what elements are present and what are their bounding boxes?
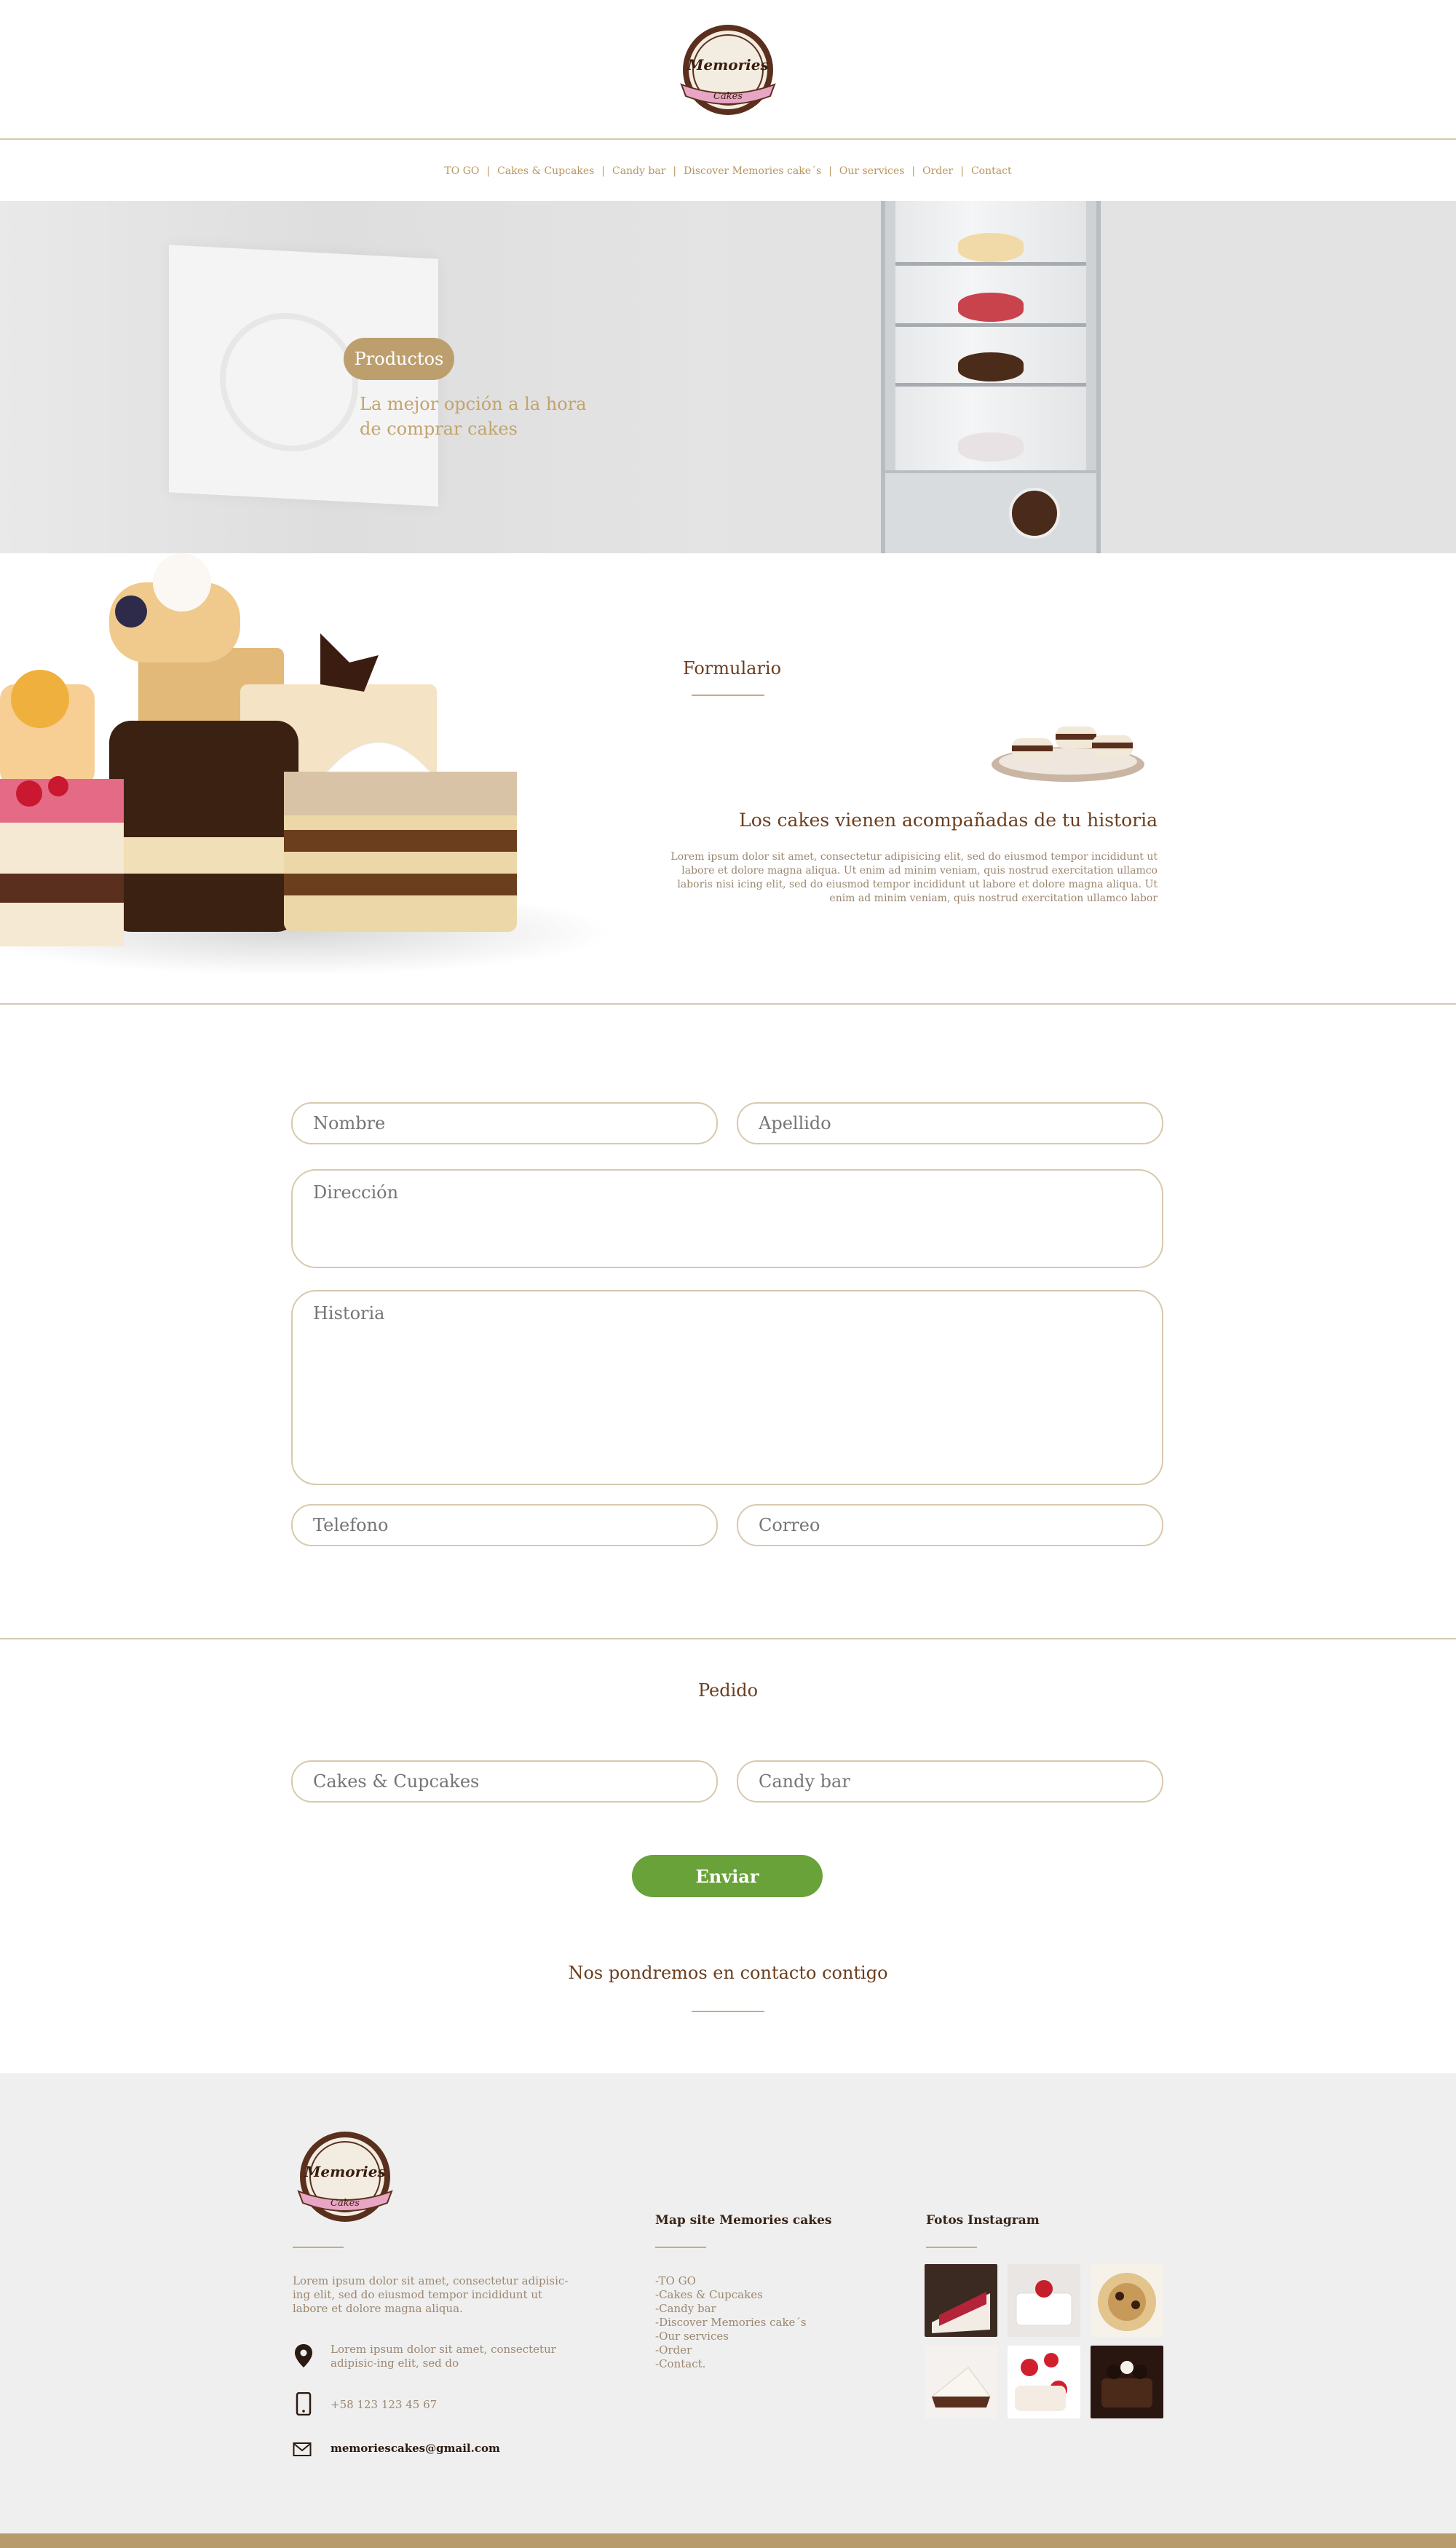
map-site-links: -TO GO -Cakes & Cupcakes -Candy bar -Dis…: [655, 2274, 807, 2371]
nav-separator: |: [486, 165, 491, 177]
nav-item-to-go[interactable]: TO GO: [444, 165, 479, 177]
nav-separator: |: [673, 165, 677, 177]
instagram-underline: [926, 2247, 977, 2248]
nav-item-discover[interactable]: Discover Memories cake´s: [684, 165, 821, 177]
hero-subtitle: La mejor opción a la hora de comprar cak…: [360, 394, 587, 439]
cakes-cupcakes-input[interactable]: [291, 1760, 718, 1803]
nav-separator: |: [828, 165, 832, 177]
footer-address: Lorem ipsum dolor sit amet, consectetur …: [331, 2343, 556, 2370]
nav-item-cakes-cupcakes[interactable]: Cakes & Cupcakes: [497, 165, 594, 177]
footer-email[interactable]: memoriescakes@gmail.com: [331, 2442, 500, 2456]
historia-input[interactable]: [291, 1290, 1163, 1485]
email-icon: [293, 2442, 312, 2456]
intro-text: Lorem ipsum dolor sit amet, consectetur …: [670, 851, 1158, 904]
telefono-input[interactable]: [291, 1504, 718, 1546]
cake-display-fridge-image: [881, 201, 1101, 553]
nombre-input[interactable]: [291, 1102, 718, 1144]
cake-image: [958, 293, 1024, 322]
logo-text: Memories: [687, 56, 768, 74]
logo-sub: Cakes: [713, 91, 743, 102]
fridge-base: [885, 470, 1096, 553]
contact-note: Nos pondremos en contacto contigo: [568, 1963, 888, 1983]
instagram-photo[interactable]: [1091, 2264, 1163, 2337]
correo-input[interactable]: [737, 1504, 1163, 1546]
map-link-candy-bar[interactable]: -Candy bar: [655, 2302, 807, 2316]
direccion-input[interactable]: [291, 1169, 1163, 1268]
intro-section: Formulario Los cakes vienen acompañadas …: [0, 553, 1456, 1005]
apellido-input[interactable]: [737, 1102, 1163, 1144]
hero-banner: Productos La mejor opción a la hora de c…: [0, 201, 1456, 553]
footer-bottom-bar: [0, 2533, 1456, 2548]
nav-separator: |: [911, 165, 916, 177]
instagram-photo[interactable]: [1008, 2264, 1080, 2337]
nav-separator: |: [960, 165, 964, 177]
title-underline: [692, 695, 764, 696]
map-link-to-go[interactable]: -TO GO: [655, 2274, 807, 2288]
formulario-title: Formulario: [683, 658, 782, 678]
intro-heading: Los cakes vienen acompañadas de tu histo…: [739, 810, 1158, 831]
alfajores-plate-image: [992, 727, 1144, 782]
cake-image: [958, 432, 1024, 462]
instagram-photo[interactable]: [925, 2264, 997, 2337]
phone-icon: [296, 2392, 312, 2416]
instagram-title: Fotos Instagram: [926, 2213, 1040, 2228]
map-link-contact[interactable]: -Contact.: [655, 2357, 807, 2371]
nav-item-contact[interactable]: Contact: [971, 165, 1012, 177]
footer-about-text: Lorem ipsum dolor sit amet, consectetur …: [293, 2274, 569, 2315]
pedido-title: Pedido: [697, 1680, 759, 1701]
footer-phone: +58 123 123 45 67: [331, 2398, 438, 2411]
contact-underline: [692, 2011, 764, 2012]
order-section: Pedido Enviar Nos pondremos en contacto …: [0, 1641, 1456, 2073]
instagram-photo[interactable]: [1008, 2346, 1080, 2418]
map-site-title: Map site Memories cakes: [655, 2213, 832, 2228]
products-badge[interactable]: Productos: [344, 338, 454, 380]
pastries-image: [0, 553, 612, 976]
fridge-shelf: [895, 323, 1086, 327]
hero-sign-logo: [220, 309, 358, 455]
map-link-cakes-cupcakes[interactable]: -Cakes & Cupcakes: [655, 2288, 807, 2302]
footer-logo-sub: Cakes: [331, 2198, 360, 2209]
form-section: [0, 1006, 1456, 1639]
footer-logo-text: Memories: [304, 2163, 385, 2180]
fridge-shelf: [895, 262, 1086, 266]
fridge-shelf: [895, 383, 1086, 387]
map-link-order[interactable]: -Order: [655, 2343, 807, 2357]
cake-image: [958, 352, 1024, 381]
enviar-button[interactable]: Enviar: [632, 1855, 823, 1897]
site-header: Memories Cakes: [0, 0, 1456, 140]
map-link-our-services[interactable]: -Our services: [655, 2330, 807, 2343]
site-footer: Memories Cakes Lorem ipsum dolor sit ame…: [0, 2073, 1456, 2533]
memories-cakes-logo[interactable]: Memories Cakes: [674, 22, 782, 122]
candy-bar-input[interactable]: [737, 1760, 1163, 1803]
nav-separator: |: [601, 165, 606, 177]
cake-image: [958, 233, 1024, 262]
nav-item-candy-bar[interactable]: Candy bar: [612, 165, 665, 177]
nav-item-our-services[interactable]: Our services: [839, 165, 905, 177]
instagram-photo[interactable]: [1091, 2346, 1163, 2418]
map-underline: [655, 2247, 706, 2248]
footer-underline: [293, 2247, 344, 2248]
location-pin-icon: [295, 2344, 312, 2367]
main-nav: TO GO | Cakes & Cupcakes | Candy bar | D…: [0, 141, 1456, 201]
instagram-photo[interactable]: [925, 2346, 997, 2418]
nav-item-order[interactable]: Order: [922, 165, 953, 177]
fridge-logo: [1009, 488, 1060, 539]
map-link-discover[interactable]: -Discover Memories cake´s: [655, 2316, 807, 2330]
footer-logo[interactable]: Memories Cakes: [291, 2129, 399, 2229]
